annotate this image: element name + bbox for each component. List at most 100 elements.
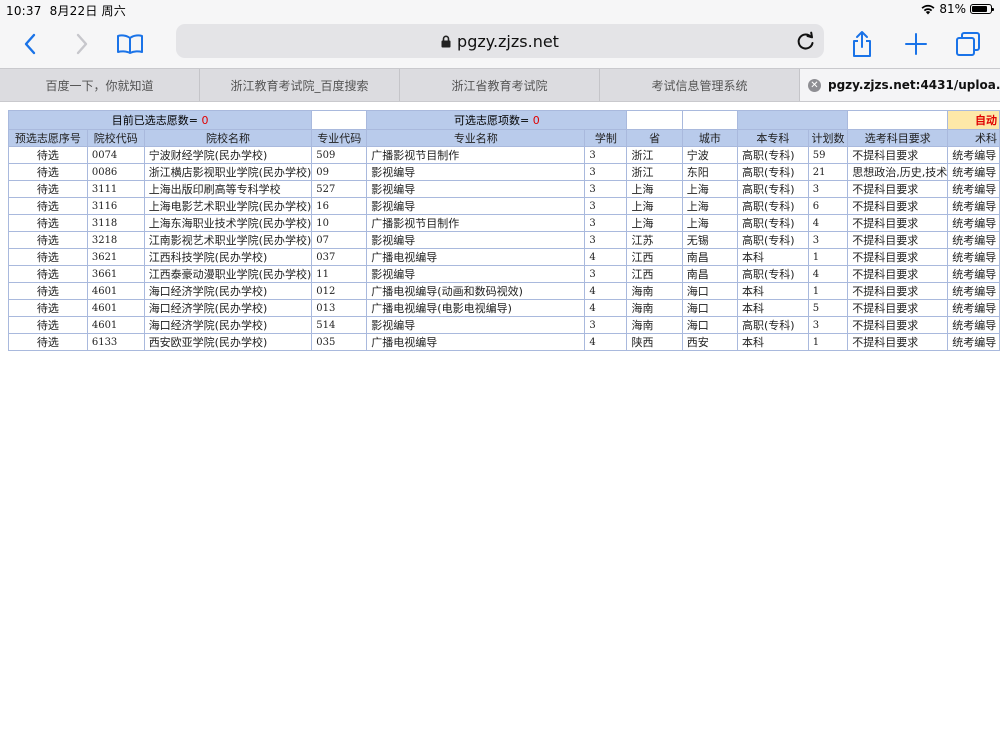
tab-baidu[interactable]: 百度一下，你就知道 [0, 69, 200, 101]
cell-plan-count: 21 [807, 163, 849, 181]
cell-city: 无锡 [681, 231, 739, 249]
cell-major-code: 11 [311, 265, 368, 283]
cell-status: 待选 [8, 265, 88, 283]
plus-icon [905, 33, 927, 55]
cell-art-subject: 统考编导 [947, 214, 1000, 232]
address-bar[interactable]: pgzy.zjzs.net [176, 24, 824, 58]
table-row[interactable]: 待选 3621 江西科技学院(民办学校) 037 广播电视编导 4 江西 南昌 本科 1 不提科目要… [8, 248, 1000, 266]
table-row[interactable]: 待选 3116 上海电影艺术职业学院(民办学校) 16 影视编导 3 上海 上海 高职(专科) 6… [8, 197, 1000, 215]
col-header: 本专科 [737, 129, 809, 147]
status-right: 81% [921, 2, 994, 16]
cell-subject-requirement: 不提科目要求 [847, 180, 949, 198]
cell-school-name: 浙江横店影视职业学院(民办学校) [143, 163, 313, 181]
share-icon [853, 31, 871, 57]
cell-status: 待选 [8, 282, 88, 300]
cell-major-name: 广播电视编导 [366, 248, 586, 266]
table-row[interactable]: 待选 3218 江南影视艺术职业学院(民办学校) 07 影视编导 3 江苏 无锡 高职(专科) 3… [8, 231, 1000, 249]
cell-level: 高职(专科) [737, 146, 809, 164]
table-row[interactable]: 待选 4601 海口经济学院(民办学校) 514 影视编导 3 海南 海口 高职(专科) 3 不提科… [8, 316, 1000, 334]
available-count-cell: 可选志愿项数= 0 [366, 110, 628, 130]
cell-art-subject: 统考编导 [947, 299, 1000, 317]
cell-major-name: 广播影视节目制作 [366, 214, 586, 232]
tab-active-upload[interactable]: ✕ pgzy.zjzs.net:4431/uploa... [800, 69, 1000, 101]
reload-icon[interactable] [794, 29, 818, 53]
table-row[interactable]: 待选 3118 上海东海职业技术学院(民办学校) 10 广播影视节目制作 3 上海 上海 高职(… [8, 214, 1000, 232]
cell-school-code: 0086 [86, 163, 145, 181]
cell-province: 浙江 [626, 163, 683, 181]
forward-button[interactable] [64, 26, 100, 62]
cell-school-code: 3621 [86, 248, 145, 266]
cell-major-code: 037 [311, 248, 368, 266]
cell-status: 待选 [8, 333, 88, 351]
col-header: 省 [626, 129, 683, 147]
cell-city: 海口 [681, 316, 739, 334]
table-row[interactable]: 待选 3111 上海出版印刷高等专科学校 527 影视编导 3 上海 上海 高职(专科) 3 不提科… [8, 180, 1000, 198]
summary-blank [626, 110, 683, 130]
bookmarks-button[interactable] [112, 26, 148, 62]
col-header: 院校代码 [86, 129, 145, 147]
cell-school-code: 0074 [86, 146, 145, 164]
table-row[interactable]: 待选 0074 宁波财经学院(民办学校) 509 广播影视节目制作 3 浙江 宁波 高职(专科)… [8, 146, 1000, 164]
cell-major-name: 广播电视编导(动画和数码视效) [366, 282, 586, 300]
lock-icon [441, 35, 451, 48]
new-tab-button[interactable] [898, 26, 934, 62]
cell-school-name: 宁波财经学院(民办学校) [143, 146, 313, 164]
table-row[interactable]: 待选 4601 海口经济学院(民办学校) 013 广播电视编导(电影电视编导) 4 海南 海口… [8, 299, 1000, 317]
summary-filler [737, 110, 849, 130]
cell-level: 本科 [737, 282, 809, 300]
cell-major-name: 广播电视编导(电影电视编导) [366, 299, 586, 317]
cell-school-name: 江南影视艺术职业学院(民办学校) [143, 231, 313, 249]
cell-art-subject: 统考编导 [947, 333, 1000, 351]
header-row: 预选志愿序号 院校代码 院校名称 专业代码 专业名称 学制 省 城市 本专科 计… [8, 129, 1000, 147]
table-row[interactable]: 待选 4601 海口经济学院(民办学校) 012 广播电视编导(动画和数码视效) 4 海南海… [8, 282, 1000, 300]
cell-school-code: 3661 [86, 265, 145, 283]
cell-school-code: 4601 [86, 299, 145, 317]
cell-plan-count: 4 [807, 265, 849, 283]
cell-duration: 3 [584, 316, 628, 334]
auto-button[interactable]: 自动 [947, 110, 1000, 130]
cell-school-code: 3116 [86, 197, 145, 215]
cell-subject-requirement: 不提科目要求 [847, 146, 949, 164]
tab-label: 考试信息管理系统 [651, 78, 748, 93]
cell-status: 待选 [8, 146, 88, 164]
cell-subject-requirement: 不提科目要求 [847, 214, 949, 232]
available-count-value: 0 [532, 114, 540, 127]
share-button[interactable] [844, 26, 880, 62]
battery-fill [972, 6, 987, 12]
cell-province: 浙江 [626, 146, 683, 164]
tabs-overview-button[interactable] [950, 26, 986, 62]
col-header: 选考科目要求 [847, 129, 949, 147]
url-text: pgzy.zjzs.net [457, 32, 559, 51]
cell-school-name: 西安欧亚学院(民办学校) [143, 333, 313, 351]
summary-blank [311, 110, 368, 130]
table-row[interactable]: 待选 0086 浙江横店影视职业学院(民办学校) 09 影视编导 3 浙江 东阳 高职(专科) 2… [8, 163, 1000, 181]
close-tab-icon[interactable]: ✕ [808, 78, 821, 92]
cell-major-name: 影视编导 [366, 163, 586, 181]
url-display[interactable]: pgzy.zjzs.net [176, 32, 824, 51]
table-row[interactable]: 待选 3661 江西泰豪动漫职业学院(民办学校) 11 影视编导 3 江西 南昌 高职(专科) 4… [8, 265, 1000, 283]
back-button[interactable] [12, 26, 48, 62]
cell-duration: 3 [584, 180, 628, 198]
tab-baidu-search[interactable]: 浙江教育考试院_百度搜索 [200, 69, 400, 101]
cell-status: 待选 [8, 180, 88, 198]
cell-city: 南昌 [681, 265, 739, 283]
cell-city: 西安 [681, 333, 739, 351]
cell-art-subject: 统考编导 [947, 163, 1000, 181]
tab-zjzs[interactable]: 浙江省教育考试院 [400, 69, 600, 101]
cell-level: 本科 [737, 248, 809, 266]
cell-plan-count: 5 [807, 299, 849, 317]
cell-status: 待选 [8, 299, 88, 317]
cell-major-code: 10 [311, 214, 368, 232]
tab-label: pgzy.zjzs.net:4431/uploa... [828, 78, 1000, 92]
cell-major-name: 影视编导 [366, 265, 586, 283]
cell-status: 待选 [8, 163, 88, 181]
cell-level: 高职(专科) [737, 316, 809, 334]
cell-school-code: 4601 [86, 316, 145, 334]
cell-plan-count: 4 [807, 214, 849, 232]
cell-school-name: 上海出版印刷高等专科学校 [143, 180, 313, 198]
cell-school-name: 江西泰豪动漫职业学院(民办学校) [143, 265, 313, 283]
table-row[interactable]: 待选 6133 西安欧亚学院(民办学校) 035 广播电视编导 4 陕西 西安 本科 1 不提科目要… [8, 333, 1000, 351]
col-header: 术科 [947, 129, 1000, 147]
tab-exam-system[interactable]: 考试信息管理系统 [600, 69, 800, 101]
available-count-label: 可选志愿项数= [454, 114, 530, 127]
